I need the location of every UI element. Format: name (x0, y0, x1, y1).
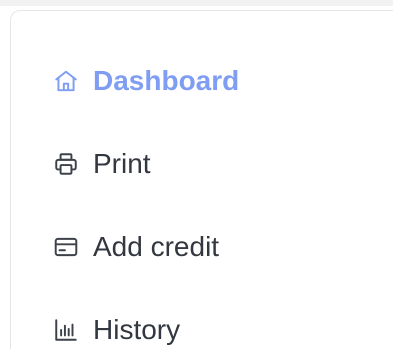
bar-chart-icon (53, 317, 79, 343)
sidebar-item-print[interactable]: Print (53, 142, 151, 186)
sidebar-item-label: Print (93, 148, 151, 179)
top-strip (0, 0, 393, 6)
sidebar-item-label: History (93, 314, 181, 345)
printer-icon (53, 151, 79, 177)
sidebar-item-history[interactable]: History (53, 308, 180, 349)
home-icon (53, 68, 79, 94)
sidebar-item-add-credit[interactable]: Add credit (53, 225, 219, 269)
sidebar-item-dashboard[interactable]: Dashboard (53, 59, 239, 103)
sidebar-nav: Dashboard Print Add credit History (10, 10, 393, 349)
sidebar-item-label: Add credit (93, 231, 220, 262)
sidebar-item-label: Dashboard (93, 65, 240, 96)
credit-card-icon (53, 234, 79, 260)
